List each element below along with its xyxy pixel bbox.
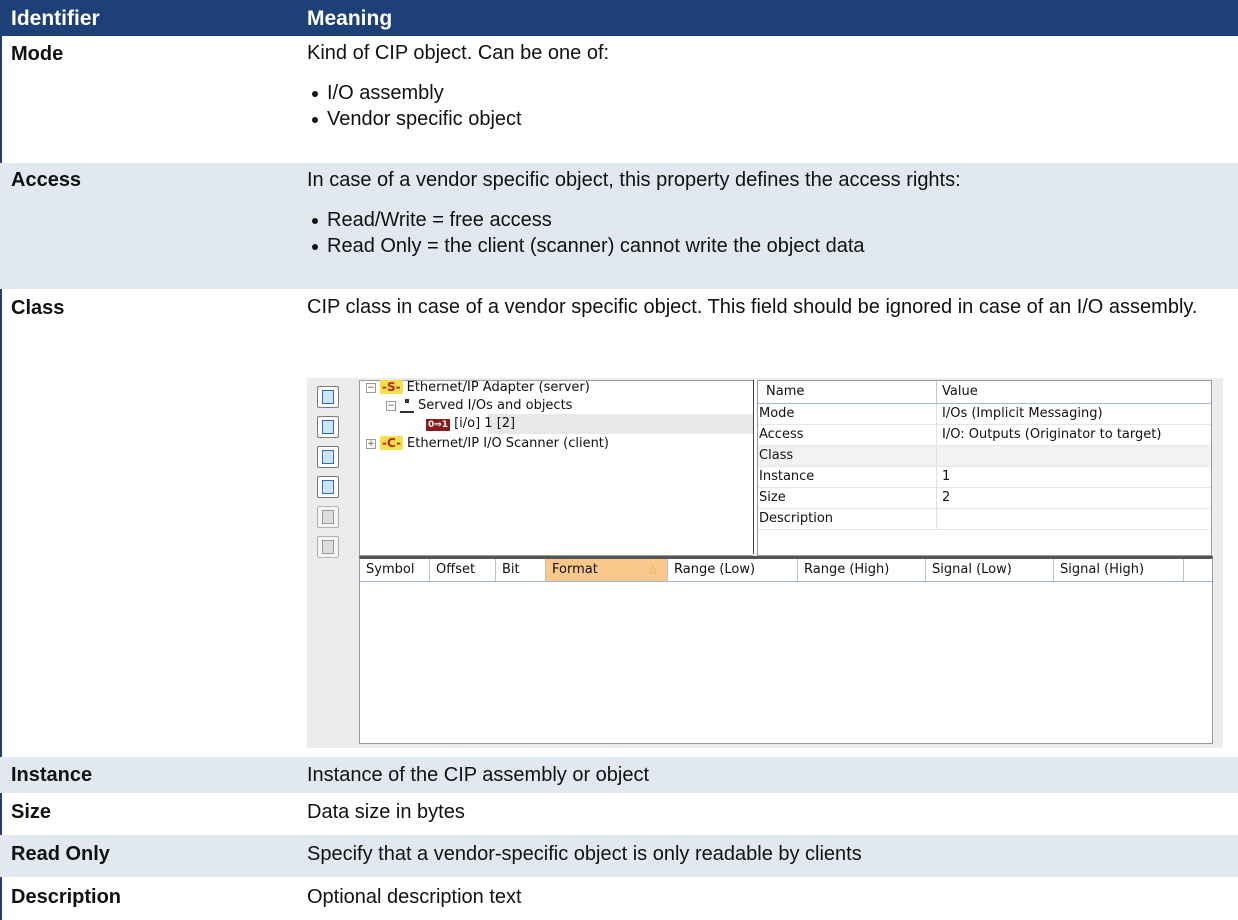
tree-node-io-item[interactable]: 0⇒1 [i/o] 1 [2] (426, 416, 515, 431)
list-item: I/O assembly (307, 80, 1226, 106)
tree-node-server[interactable]: − -S- Ethernet/IP Adapter (server) (366, 380, 590, 395)
list-item: Vendor specific object (307, 106, 1226, 132)
client-badge-icon: -C- (380, 436, 404, 450)
tree-label: Ethernet/IP Adapter (server) (406, 380, 590, 395)
identifier-description: Description (11, 886, 122, 908)
mode-text: Kind of CIP object. Can be one of: (307, 42, 610, 64)
column-symbol[interactable]: Symbol (360, 559, 430, 581)
selected-row-highlight (488, 414, 753, 434)
expand-icon[interactable]: + (366, 438, 376, 449)
property-name: Instance (759, 469, 815, 484)
property-row[interactable]: Mode I/Os (Implicit Messaging) (758, 404, 1211, 425)
tree-label: [i/o] 1 [2] (454, 416, 516, 431)
property-value: 2 (942, 490, 951, 505)
property-name: Access (759, 427, 804, 442)
collapse-icon[interactable]: − (366, 382, 376, 393)
property-name: Mode (759, 406, 795, 421)
column-offset[interactable]: Offset (430, 559, 496, 581)
list-item: Read Only = the client (scanner) cannot … (307, 233, 1226, 259)
header-identifier: Identifier (11, 7, 100, 30)
tree-pane: − -S- Ethernet/IP Adapter (server) − Served… (359, 380, 753, 556)
properties-grid: Name Value Mode I/Os (Implicit Messaging… (757, 380, 1212, 556)
property-row[interactable]: Description (758, 509, 1211, 530)
property-row[interactable]: Instance 1 (758, 467, 1211, 488)
column-value[interactable]: Value (942, 384, 978, 399)
meaning-size: Data size in bytes (307, 801, 465, 823)
side-toolbar (317, 386, 343, 566)
table-header: Identifier Meaning (0, 0, 1238, 36)
tree-view-icon[interactable] (317, 386, 339, 408)
parameter-table: Identifier Meaning Mode Kind of CIP obje… (0, 0, 1238, 920)
table-row-size: Size Data size in bytes (0, 793, 1238, 835)
column-signal-high[interactable]: Signal (High) (1054, 559, 1184, 581)
table-row-access: Access In case of a vendor specific obje… (0, 163, 1238, 289)
sort-ascending-icon: △ (649, 564, 657, 575)
class-text: CIP class in case of a vendor specific o… (307, 296, 1198, 318)
meaning-description: Optional description text (307, 886, 522, 908)
table-row-instance: Instance Instance of the CIP assembly or… (0, 757, 1238, 793)
column-range-high[interactable]: Range (High) (798, 559, 926, 581)
header-meaning: Meaning (307, 7, 393, 30)
identifier-access: Access (11, 169, 82, 191)
identifier-class: Class (11, 297, 65, 319)
identifier-size: Size (11, 801, 52, 823)
network-icon (400, 398, 414, 413)
property-name: Class (759, 448, 794, 463)
embedded-screenshot: − -S- Ethernet/IP Adapter (server) − Served… (307, 378, 1223, 748)
table-row-read-only: Read Only Specify that a vendor-specific… (0, 835, 1238, 877)
property-name: Description (759, 511, 834, 526)
tree-label: Served I/Os and objects (418, 398, 573, 413)
add-object-icon[interactable] (317, 446, 339, 468)
tree-node-client[interactable]: + -C- Ethernet/IP I/O Scanner (client) (366, 436, 609, 451)
column-format-label: Format (552, 562, 598, 577)
column-range-low[interactable]: Range (Low) (668, 559, 798, 581)
column-format[interactable]: Format △ (546, 559, 668, 581)
table-row-mode: Mode Kind of CIP object. Can be one of: … (0, 36, 1238, 163)
identifier-instance: Instance (11, 764, 93, 786)
property-value: 1 (942, 469, 951, 484)
mode-list: I/O assembly Vendor specific object (307, 80, 1226, 132)
variables-grid: Symbol Offset Bit Format △ Range (Low) Ra… (359, 556, 1213, 744)
collapse-icon[interactable]: − (386, 400, 396, 411)
column-bit[interactable]: Bit (496, 559, 546, 581)
server-badge-icon: -S- (380, 380, 403, 394)
export-icon (317, 536, 339, 558)
property-row[interactable]: Class (758, 446, 1211, 467)
identifier-mode: Mode (11, 43, 64, 65)
tree-node-served[interactable]: − Served I/Os and objects (386, 398, 572, 413)
column-name[interactable]: Name (766, 384, 804, 399)
table-row-description: Description Optional description text (0, 877, 1238, 920)
network-icon[interactable] (317, 416, 339, 438)
meaning-mode: Kind of CIP object. Can be one of: I/O a… (307, 40, 1226, 132)
access-list: Read/Write = free access Read Only = the… (307, 207, 1226, 259)
import-icon (317, 506, 339, 528)
tree-label: Ethernet/IP I/O Scanner (client) (407, 436, 609, 451)
list-item: Read/Write = free access (307, 207, 1226, 233)
property-value: I/O: Outputs (Originator to target) (942, 427, 1162, 442)
column-signal-low[interactable]: Signal (Low) (926, 559, 1054, 581)
grid-header: Symbol Offset Bit Format △ Range (Low) Ra… (360, 559, 1212, 582)
property-row[interactable]: Access I/O: Outputs (Originator to targe… (758, 425, 1211, 446)
identifier-read-only: Read Only (11, 843, 110, 865)
meaning-access: In case of a vendor specific object, thi… (307, 167, 1226, 259)
properties-header: Name Value (758, 381, 1211, 404)
access-text: In case of a vendor specific object, thi… (307, 169, 961, 191)
property-name: Size (759, 490, 786, 505)
meaning-read-only: Specify that a vendor-specific object is… (307, 843, 862, 865)
property-row[interactable]: Size 2 (758, 488, 1211, 509)
edit-icon[interactable] (317, 476, 339, 498)
io-object-icon: 0⇒1 (426, 419, 451, 431)
meaning-instance: Instance of the CIP assembly or object (307, 764, 650, 786)
property-value: I/Os (Implicit Messaging) (942, 406, 1103, 421)
